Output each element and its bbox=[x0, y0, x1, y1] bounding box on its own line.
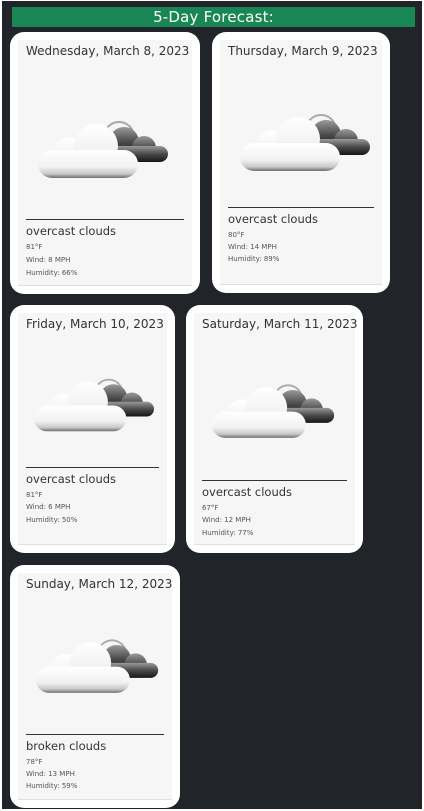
card-body: Saturday, March 11, 2023 overcast clouds… bbox=[194, 313, 358, 545]
forecast-temp: 81°F bbox=[26, 243, 43, 251]
forecast-wind: Wind: 12 MPH bbox=[202, 516, 251, 524]
app-frame: 5-Day Forecast: Wednesday, March 8, 2023… bbox=[0, 0, 424, 811]
forecast-card: Sunday, March 12, 2023 broken clouds 78°… bbox=[10, 565, 180, 808]
forecast-description: broken clouds bbox=[26, 739, 107, 753]
forecast-temp: 80°F bbox=[228, 231, 245, 239]
forecast-card: Friday, March 10, 2023 overcast clouds 8… bbox=[10, 305, 175, 553]
forecast-wind: Wind: 8 MPH bbox=[26, 256, 71, 264]
overcast-clouds-icon bbox=[210, 368, 336, 442]
forecast-temp: 78°F bbox=[26, 758, 43, 766]
card-divider bbox=[228, 207, 374, 208]
card-divider bbox=[26, 734, 164, 735]
forecast-humidity: Humidity: 77% bbox=[202, 529, 254, 537]
overcast-clouds-icon bbox=[32, 363, 156, 435]
card-body: Thursday, March 9, 2023 overcast clouds … bbox=[220, 40, 382, 285]
forecast-card: Thursday, March 9, 2023 overcast clouds … bbox=[212, 32, 390, 293]
card-body: Sunday, March 12, 2023 broken clouds 78°… bbox=[18, 573, 172, 800]
forecast-temp: 81°F bbox=[26, 491, 43, 499]
forecast-date: Thursday, March 9, 2023 bbox=[228, 44, 378, 58]
forecast-date: Sunday, March 12, 2023 bbox=[26, 577, 173, 591]
forecast-description: overcast clouds bbox=[26, 224, 117, 238]
forecast-humidity: Humidity: 66% bbox=[26, 269, 78, 277]
forecast-description: overcast clouds bbox=[228, 212, 319, 226]
forecast-wind: Wind: 14 MPH bbox=[228, 243, 277, 251]
forecast-date: Friday, March 10, 2023 bbox=[26, 317, 164, 331]
forecast-wind: Wind: 13 MPH bbox=[26, 770, 75, 778]
forecast-date: Wednesday, March 8, 2023 bbox=[26, 44, 190, 58]
forecast-wind: Wind: 6 MPH bbox=[26, 503, 71, 511]
forecast-humidity: Humidity: 50% bbox=[26, 516, 78, 524]
forecast-description: overcast clouds bbox=[26, 472, 117, 486]
forecast-humidity: Humidity: 59% bbox=[26, 782, 78, 790]
card-divider bbox=[26, 219, 184, 220]
forecast-card: Saturday, March 11, 2023 overcast clouds… bbox=[186, 305, 363, 553]
forecast-header: 5-Day Forecast: bbox=[12, 7, 415, 27]
forecast-card: Wednesday, March 8, 2023 overcast clouds… bbox=[10, 32, 200, 294]
forecast-humidity: Humidity: 89% bbox=[228, 255, 280, 263]
overcast-clouds-icon bbox=[238, 97, 372, 175]
card-body: Friday, March 10, 2023 overcast clouds 8… bbox=[18, 313, 167, 545]
card-body: Wednesday, March 8, 2023 overcast clouds… bbox=[18, 40, 192, 286]
broken-clouds-icon bbox=[34, 623, 160, 697]
forecast-date: Saturday, March 11, 2023 bbox=[202, 317, 358, 331]
card-divider bbox=[202, 480, 347, 481]
forecast-description: overcast clouds bbox=[202, 485, 293, 499]
card-divider bbox=[26, 467, 159, 468]
forecast-temp: 67°F bbox=[202, 504, 219, 512]
overcast-clouds-icon bbox=[36, 104, 170, 182]
